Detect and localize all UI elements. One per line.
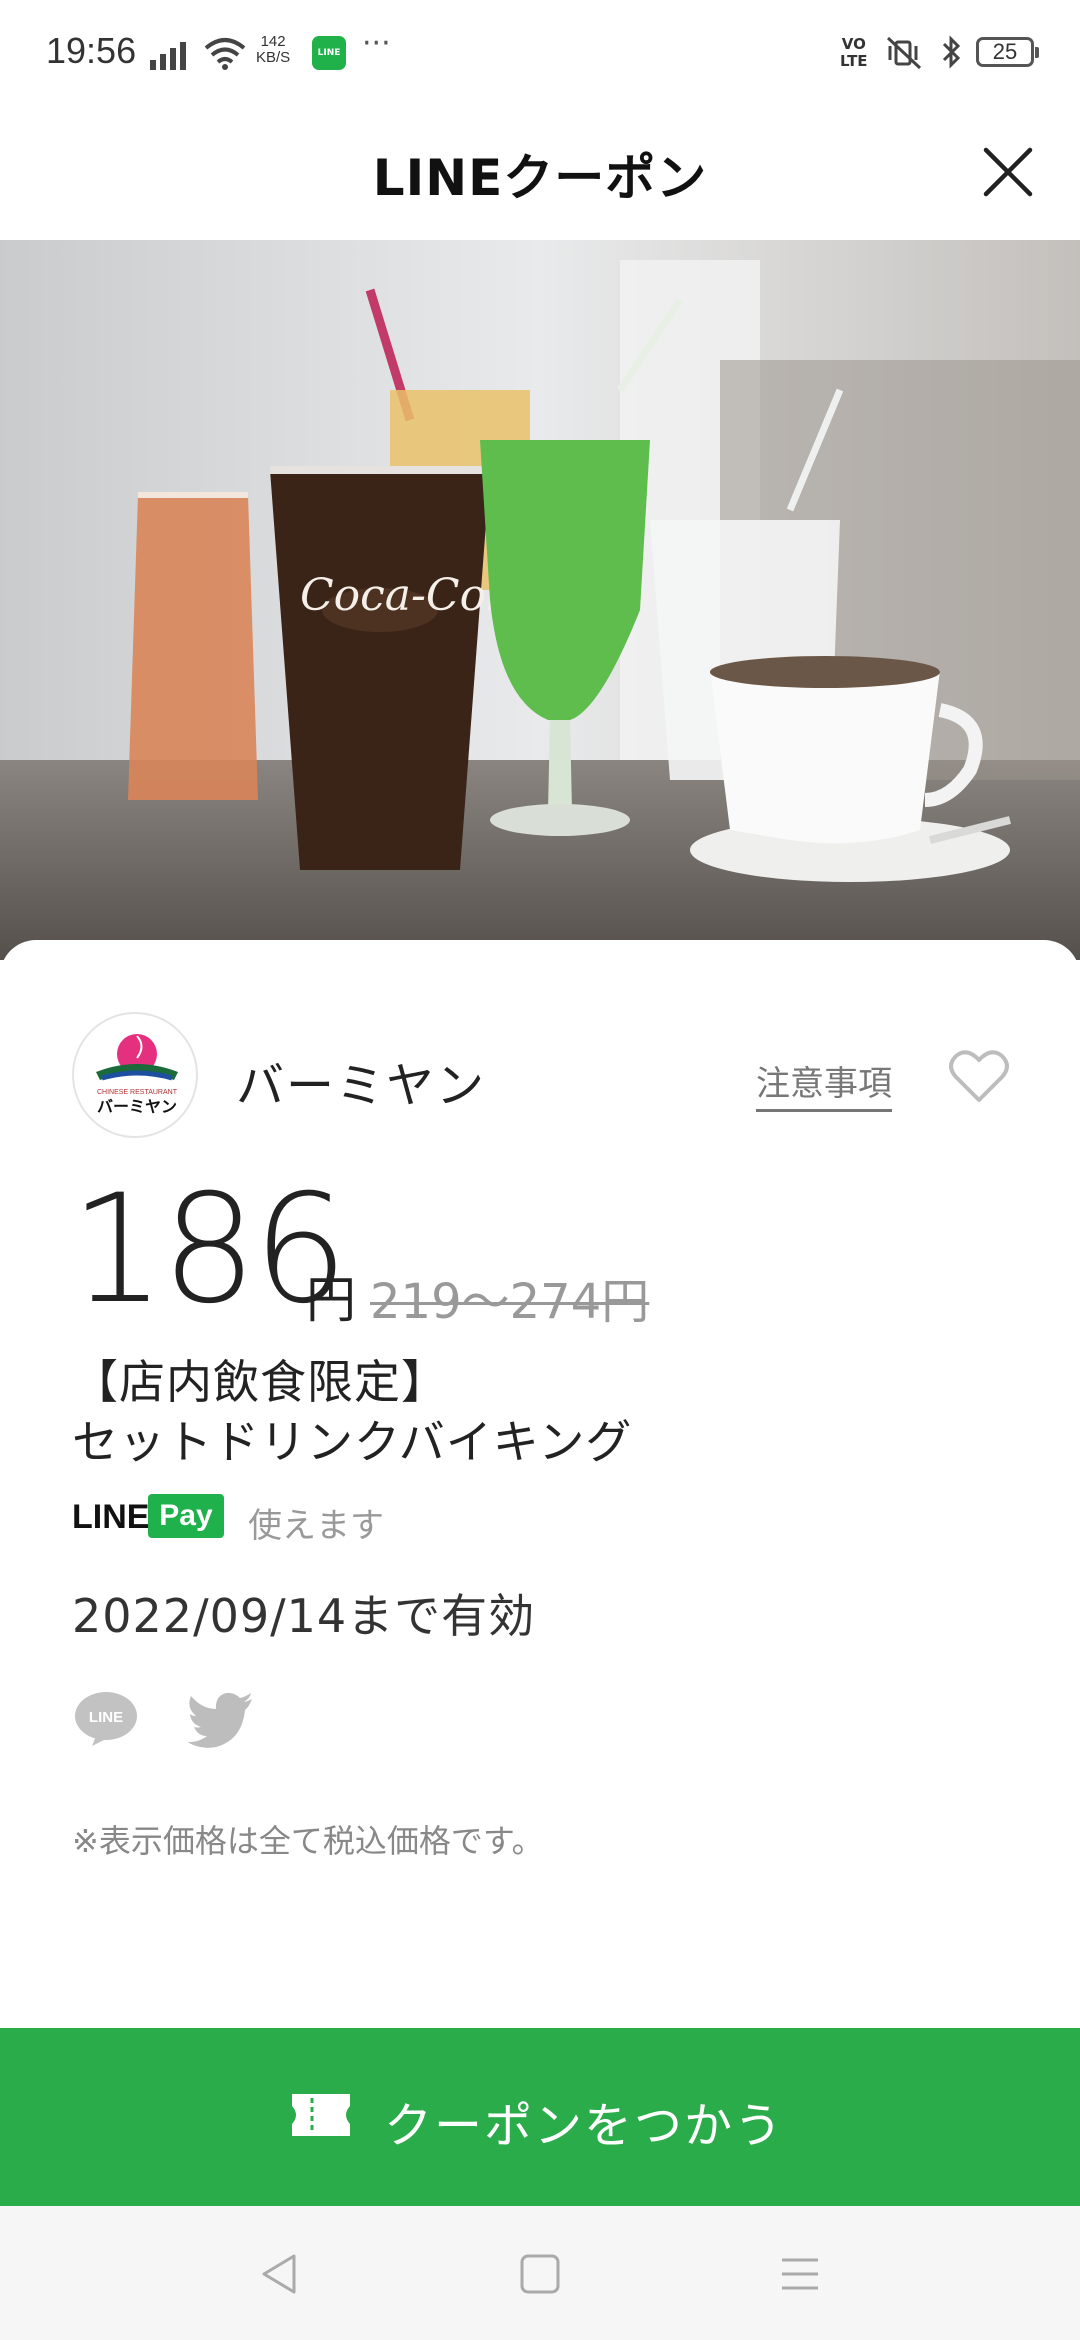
line-pay-usable-text: 使えます — [248, 1506, 384, 1546]
line-pay-logo-pay: Pay — [148, 1494, 224, 1538]
back-icon[interactable] — [256, 2250, 304, 2298]
price-row: 186 円 219〜274円 — [70, 1170, 970, 1330]
twitter-icon[interactable] — [188, 1692, 254, 1748]
network-speed-value: 142 — [260, 33, 286, 50]
app-header: LINEクーポン — [0, 110, 1080, 240]
navigation-bar — [0, 2206, 1080, 2340]
shop-logo: CHINESE RESTAURANT バーミヤン — [72, 1012, 198, 1138]
vibrate-mute-icon — [886, 36, 922, 70]
volte-top: VO — [841, 35, 866, 53]
line-share-icon[interactable]: LINE — [74, 1690, 138, 1746]
wifi-icon — [204, 38, 246, 70]
expiry-date: 2022/09/14まで有効 — [72, 1589, 536, 1643]
shop-name: バーミヤン — [236, 1058, 487, 1114]
signal-icon — [150, 42, 186, 70]
notes-link[interactable]: 注意事項 — [756, 1056, 892, 1112]
line-app-notification-icon: LINE — [312, 36, 346, 70]
tax-note: ※表示価格は全て税込価格です。 — [72, 1822, 544, 1860]
bluetooth-icon — [942, 35, 961, 69]
status-bar: 19:56 142 KB/S LINE ··· VO LTE 25 — [0, 0, 1080, 110]
volte-indicator: VO LTE — [840, 36, 868, 70]
coupon-title-line1: 【店内飲食限定】 — [72, 1355, 448, 1409]
more-notifications-icon: ··· — [362, 26, 391, 61]
coupon-card: CHINESE RESTAURANT バーミヤン バーミヤン 注意事項 186 … — [0, 940, 1080, 2030]
status-time: 19:56 — [46, 30, 137, 71]
recents-menu-icon[interactable] — [776, 2250, 824, 2298]
bamiyan-logo-icon: CHINESE RESTAURANT バーミヤン — [96, 1034, 178, 1116]
line-pay-logo-line: LINE — [72, 1498, 150, 1536]
network-speed: 142 KB/S — [256, 34, 290, 66]
use-coupon-label: クーポンをつかう — [384, 2098, 785, 2154]
volte-bottom: LTE — [840, 52, 868, 70]
page-title: LINEクーポン — [372, 149, 708, 207]
coupon-title-line2: セットドリンクバイキング — [72, 1415, 633, 1469]
home-icon[interactable] — [516, 2250, 564, 2298]
logo-text: バーミヤン — [97, 1097, 177, 1116]
logo-subtext: CHINESE RESTAURANT — [97, 1089, 178, 1096]
line-share-label: LINE — [89, 1709, 123, 1726]
ticket-icon — [292, 2094, 350, 2136]
price-value: 186 — [70, 1163, 348, 1337]
original-price: 219〜274円 — [370, 1274, 650, 1330]
heart-icon[interactable] — [948, 1048, 1010, 1104]
network-speed-unit: KB/S — [256, 49, 291, 66]
close-icon[interactable] — [980, 144, 1036, 200]
use-coupon-button[interactable]: クーポンをつかう — [0, 2028, 1080, 2206]
price-unit: 円 — [306, 1271, 356, 1329]
drinks-photo: Coca-Cola — [0, 240, 1080, 960]
coupon-hero-image: Coca-Cola — [0, 240, 1080, 960]
battery-icon: 25 — [976, 37, 1039, 67]
